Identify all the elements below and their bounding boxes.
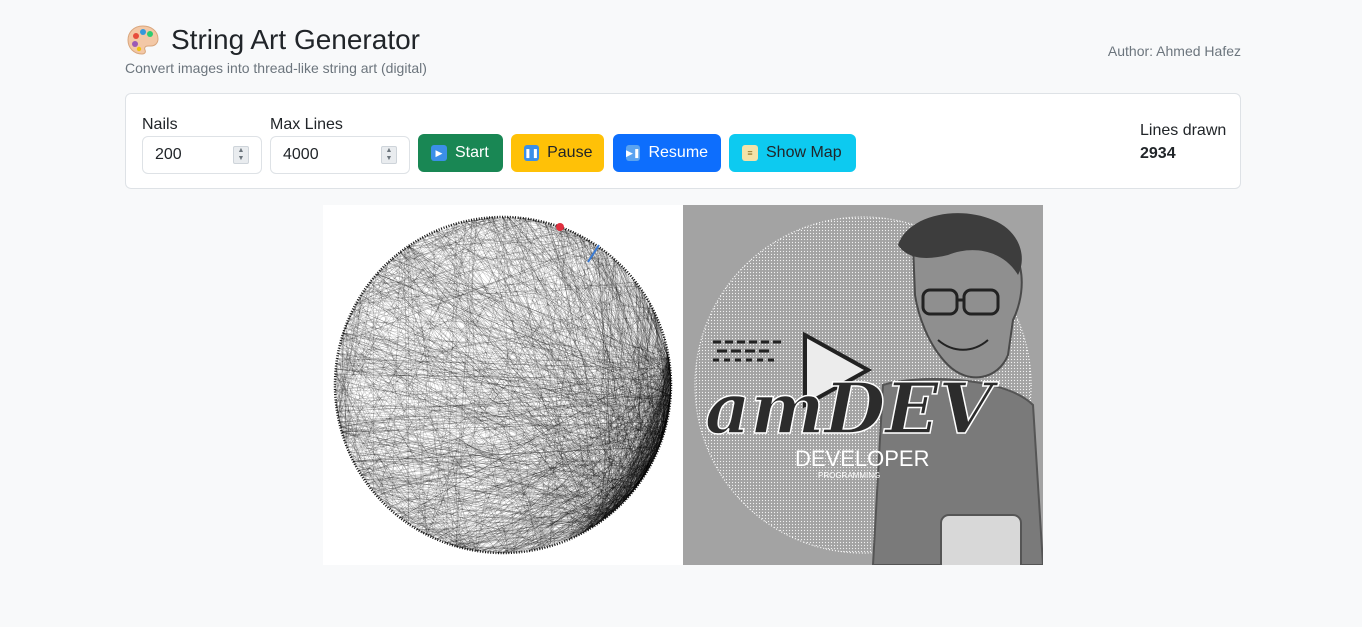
resume-button[interactable]: ▶❚ Resume xyxy=(613,134,721,172)
chevron-down-icon[interactable]: ▼ xyxy=(238,155,245,163)
palette-icon xyxy=(127,25,159,55)
source-image: amDEV DEVELOPER PROGRAMMING xyxy=(694,213,1043,565)
show-map-button[interactable]: ≡ Show Map xyxy=(729,134,856,172)
programming-text: PROGRAMMING xyxy=(818,471,880,480)
page-subtitle: Convert images into thread-like string a… xyxy=(125,60,427,76)
controls-card: Nails 200 ▲ ▼ Max Lines 4000 ▲ ▼ ▶ Start… xyxy=(125,93,1241,189)
max-lines-stepper[interactable]: ▲ ▼ xyxy=(381,146,397,164)
play-pause-icon: ▶❚ xyxy=(626,145,641,161)
string-art-canvas[interactable] xyxy=(323,205,683,565)
lines-drawn-label: Lines drawn xyxy=(1140,122,1227,139)
pause-button[interactable]: ❚❚ Pause xyxy=(511,134,604,172)
pause-label: Pause xyxy=(547,144,593,161)
chevron-up-icon[interactable]: ▲ xyxy=(238,147,245,155)
chevron-down-icon[interactable]: ▼ xyxy=(386,155,393,163)
source-image-preview: amDEV DEVELOPER PROGRAMMING xyxy=(683,205,1043,565)
start-label: Start xyxy=(455,144,489,161)
current-nail-marker xyxy=(556,223,564,231)
chevron-up-icon[interactable]: ▲ xyxy=(386,147,393,155)
nails-stepper[interactable]: ▲ ▼ xyxy=(233,146,249,164)
author-credit: Author: Ahmed Hafez xyxy=(1107,43,1241,59)
page-icon: ≡ xyxy=(742,145,758,161)
lines-drawn-stat: Lines drawn 2934 xyxy=(1140,121,1226,163)
start-button[interactable]: ▶ Start xyxy=(418,134,503,172)
page-header: String Art Generator Convert images into… xyxy=(125,22,1241,78)
string-art-drawing xyxy=(333,215,673,555)
resume-label: Resume xyxy=(648,144,709,161)
thread-lines xyxy=(334,216,672,554)
page-title: String Art Generator xyxy=(171,24,421,55)
max-lines-label: Max Lines xyxy=(270,116,343,133)
show-map-label: Show Map xyxy=(766,144,842,161)
max-lines-input[interactable]: 4000 ▲ ▼ xyxy=(270,136,410,174)
pause-icon: ❚❚ xyxy=(524,145,540,161)
play-icon: ▶ xyxy=(431,145,447,161)
max-lines-field: Max Lines 4000 ▲ ▼ xyxy=(270,115,410,174)
title-row: String Art Generator xyxy=(125,22,1241,58)
logo-text: amDEV xyxy=(705,367,999,450)
nails-label: Nails xyxy=(142,116,178,133)
nails-field: Nails 200 ▲ ▼ xyxy=(142,115,262,174)
nails-value: 200 xyxy=(155,146,182,163)
developer-text: DEVELOPER xyxy=(795,446,930,471)
nails-input[interactable]: 200 ▲ ▼ xyxy=(142,136,262,174)
lines-drawn-value: 2934 xyxy=(1140,145,1176,162)
max-lines-value: 4000 xyxy=(283,146,319,163)
